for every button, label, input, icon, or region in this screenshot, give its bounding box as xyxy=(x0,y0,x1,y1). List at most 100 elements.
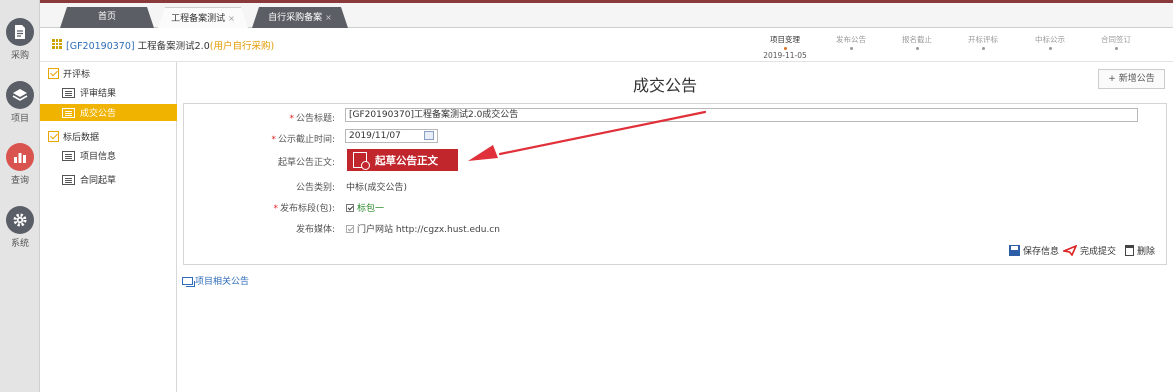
section-option[interactable]: 标包一 xyxy=(346,201,384,214)
save-label: 保存信息 xyxy=(1023,247,1060,257)
nav-group-post-bid-data[interactable]: 标后数据 xyxy=(40,128,177,145)
step-label: 中标公示 xyxy=(1035,35,1065,44)
red-arrow-annotation xyxy=(468,110,707,161)
title-label: * 公告标题: xyxy=(175,111,335,124)
step-dot xyxy=(915,47,919,50)
draft-notice-button[interactable]: 起草公告正文 xyxy=(347,149,458,171)
progress-step: 中标公示 xyxy=(1025,34,1075,50)
category-label: 公告类别: xyxy=(295,183,335,193)
project-name: 工程备案测试2.0 xyxy=(137,41,210,52)
sidebar-item-system[interactable]: 系统 xyxy=(0,206,40,249)
sidebar-item-label: 系统 xyxy=(10,239,29,249)
save-button[interactable]: 保存信息 xyxy=(1009,244,1059,257)
related-label: 项目相关公告 xyxy=(195,277,250,287)
related-notices-link[interactable]: 项目相关公告 xyxy=(182,274,249,287)
left-sidebar: 采购 项目 查询 系统 xyxy=(0,0,40,392)
media-value: 门户网站 http://cgzx.hust.edu.cn xyxy=(357,225,500,235)
close-icon[interactable]: × xyxy=(228,14,235,23)
sidebar-item-label: 查询 xyxy=(10,176,29,186)
gear-icon xyxy=(6,206,34,234)
nav-item-label: 合同起草 xyxy=(80,176,117,186)
progress-step: 发布公告 xyxy=(826,34,876,50)
deadline-label-text: 公示截止时间: xyxy=(277,135,335,145)
close-icon[interactable]: × xyxy=(325,13,332,22)
required-mark: * xyxy=(271,135,276,145)
delete-button[interactable]: 删除 xyxy=(1125,244,1155,257)
tab-bar: 首页 工程备案测试 × 自行采购备案 × xyxy=(40,3,1173,28)
nav-item-label: 项目信息 xyxy=(80,152,117,162)
checkbox xyxy=(346,225,354,233)
nav-item-label: 评审结果 xyxy=(80,89,117,99)
step-label: 开标评标 xyxy=(968,35,998,44)
save-icon xyxy=(1009,245,1020,256)
sidebar-item-project[interactable]: 项目 xyxy=(0,81,40,124)
project-code: [GF20190370] xyxy=(66,41,135,52)
step-dot xyxy=(1048,47,1052,50)
tab-label: 工程备案测试 xyxy=(171,14,226,24)
checkbox-icon xyxy=(48,131,59,142)
bar-chart-icon xyxy=(6,143,34,171)
required-mark: * xyxy=(273,204,278,214)
step-label: 合同签订 xyxy=(1101,35,1131,44)
tab-home[interactable]: 首页 xyxy=(60,7,154,28)
category-value: 中标(成交公告) xyxy=(346,183,408,193)
layers-icon xyxy=(6,81,34,109)
delete-label: 删除 xyxy=(1137,247,1156,257)
list-icon xyxy=(62,87,75,98)
step-dot xyxy=(849,47,853,50)
project-title: [GF20190370] 工程备案测试2.0(用户自行采购) xyxy=(66,38,274,52)
section-value: 标包一 xyxy=(357,204,385,214)
nav-item-review-result[interactable]: 评审结果 xyxy=(40,84,177,101)
step-label: 报名截止 xyxy=(902,35,932,44)
list-icon xyxy=(62,107,75,118)
checkbox[interactable] xyxy=(346,204,354,212)
nav-tree: 开评标 评审结果 成交公告 标后数据 项目信息 合同起草 xyxy=(40,62,177,392)
add-notice-button[interactable]: + 新增公告 xyxy=(1098,69,1165,89)
tab-label: 首页 xyxy=(97,12,116,22)
progress-step: 开标评标 xyxy=(958,34,1008,50)
submit-button[interactable]: 完成提交 xyxy=(1063,244,1116,257)
trash-icon xyxy=(1125,245,1134,256)
nav-group-label: 开评标 xyxy=(63,70,91,80)
sidebar-item-purchase[interactable]: 采购 xyxy=(0,18,40,61)
send-icon xyxy=(1063,245,1077,256)
link-icon xyxy=(182,276,193,285)
progress-step: 报名截止 xyxy=(892,34,942,50)
step-date: 2019-11-05 xyxy=(763,51,807,60)
list-icon xyxy=(62,150,75,161)
tab-label: 自行采购备案 xyxy=(268,13,323,23)
document-icon xyxy=(6,18,34,46)
draft-button-label: 起草公告正文 xyxy=(375,154,438,167)
media-label: 发布媒体: xyxy=(295,225,335,235)
project-note: (用户自行采购) xyxy=(209,41,275,52)
tab-self-purchase-filing[interactable]: 自行采购备案 × xyxy=(252,7,348,28)
project-header: [GF20190370] 工程备案测试2.0(用户自行采购) 项目变理 2019… xyxy=(40,28,1173,62)
section-label-text: 发布标段(包): xyxy=(279,204,335,214)
nav-item-transaction-notice[interactable]: 成交公告 xyxy=(40,104,177,121)
title-label-text: 公告标题: xyxy=(295,114,335,124)
progress-step: 项目变理 2019-11-05 xyxy=(760,34,810,60)
step-label: 发布公告 xyxy=(836,35,866,44)
progress-step: 合同签订 xyxy=(1091,34,1141,50)
grid-icon xyxy=(52,39,62,49)
nav-item-project-info[interactable]: 项目信息 xyxy=(40,147,177,164)
sidebar-item-query[interactable]: 查询 xyxy=(0,143,40,186)
step-label: 项目变理 xyxy=(770,35,800,44)
step-dot xyxy=(783,47,787,50)
step-dot xyxy=(1114,47,1118,50)
media-option: 门户网站 http://cgzx.hust.edu.cn xyxy=(346,222,500,235)
required-mark: * xyxy=(289,114,294,124)
draft-label: 起草公告正文: xyxy=(277,158,335,168)
section-label: * 发布标段(包): xyxy=(175,201,335,214)
submit-label: 完成提交 xyxy=(1080,247,1117,257)
tab-engineering-filing-test[interactable]: 工程备案测试 × xyxy=(158,7,248,28)
checkbox-icon xyxy=(48,68,59,79)
edit-document-icon xyxy=(353,152,370,170)
nav-group-bid-evaluation[interactable]: 开评标 xyxy=(40,65,177,82)
nav-item-label: 成交公告 xyxy=(80,109,117,119)
step-dot xyxy=(981,47,985,50)
nav-item-contract-draft[interactable]: 合同起草 xyxy=(40,171,177,188)
nav-group-label: 标后数据 xyxy=(63,133,100,143)
sidebar-item-label: 项目 xyxy=(10,114,29,124)
calendar-icon[interactable] xyxy=(424,131,434,140)
